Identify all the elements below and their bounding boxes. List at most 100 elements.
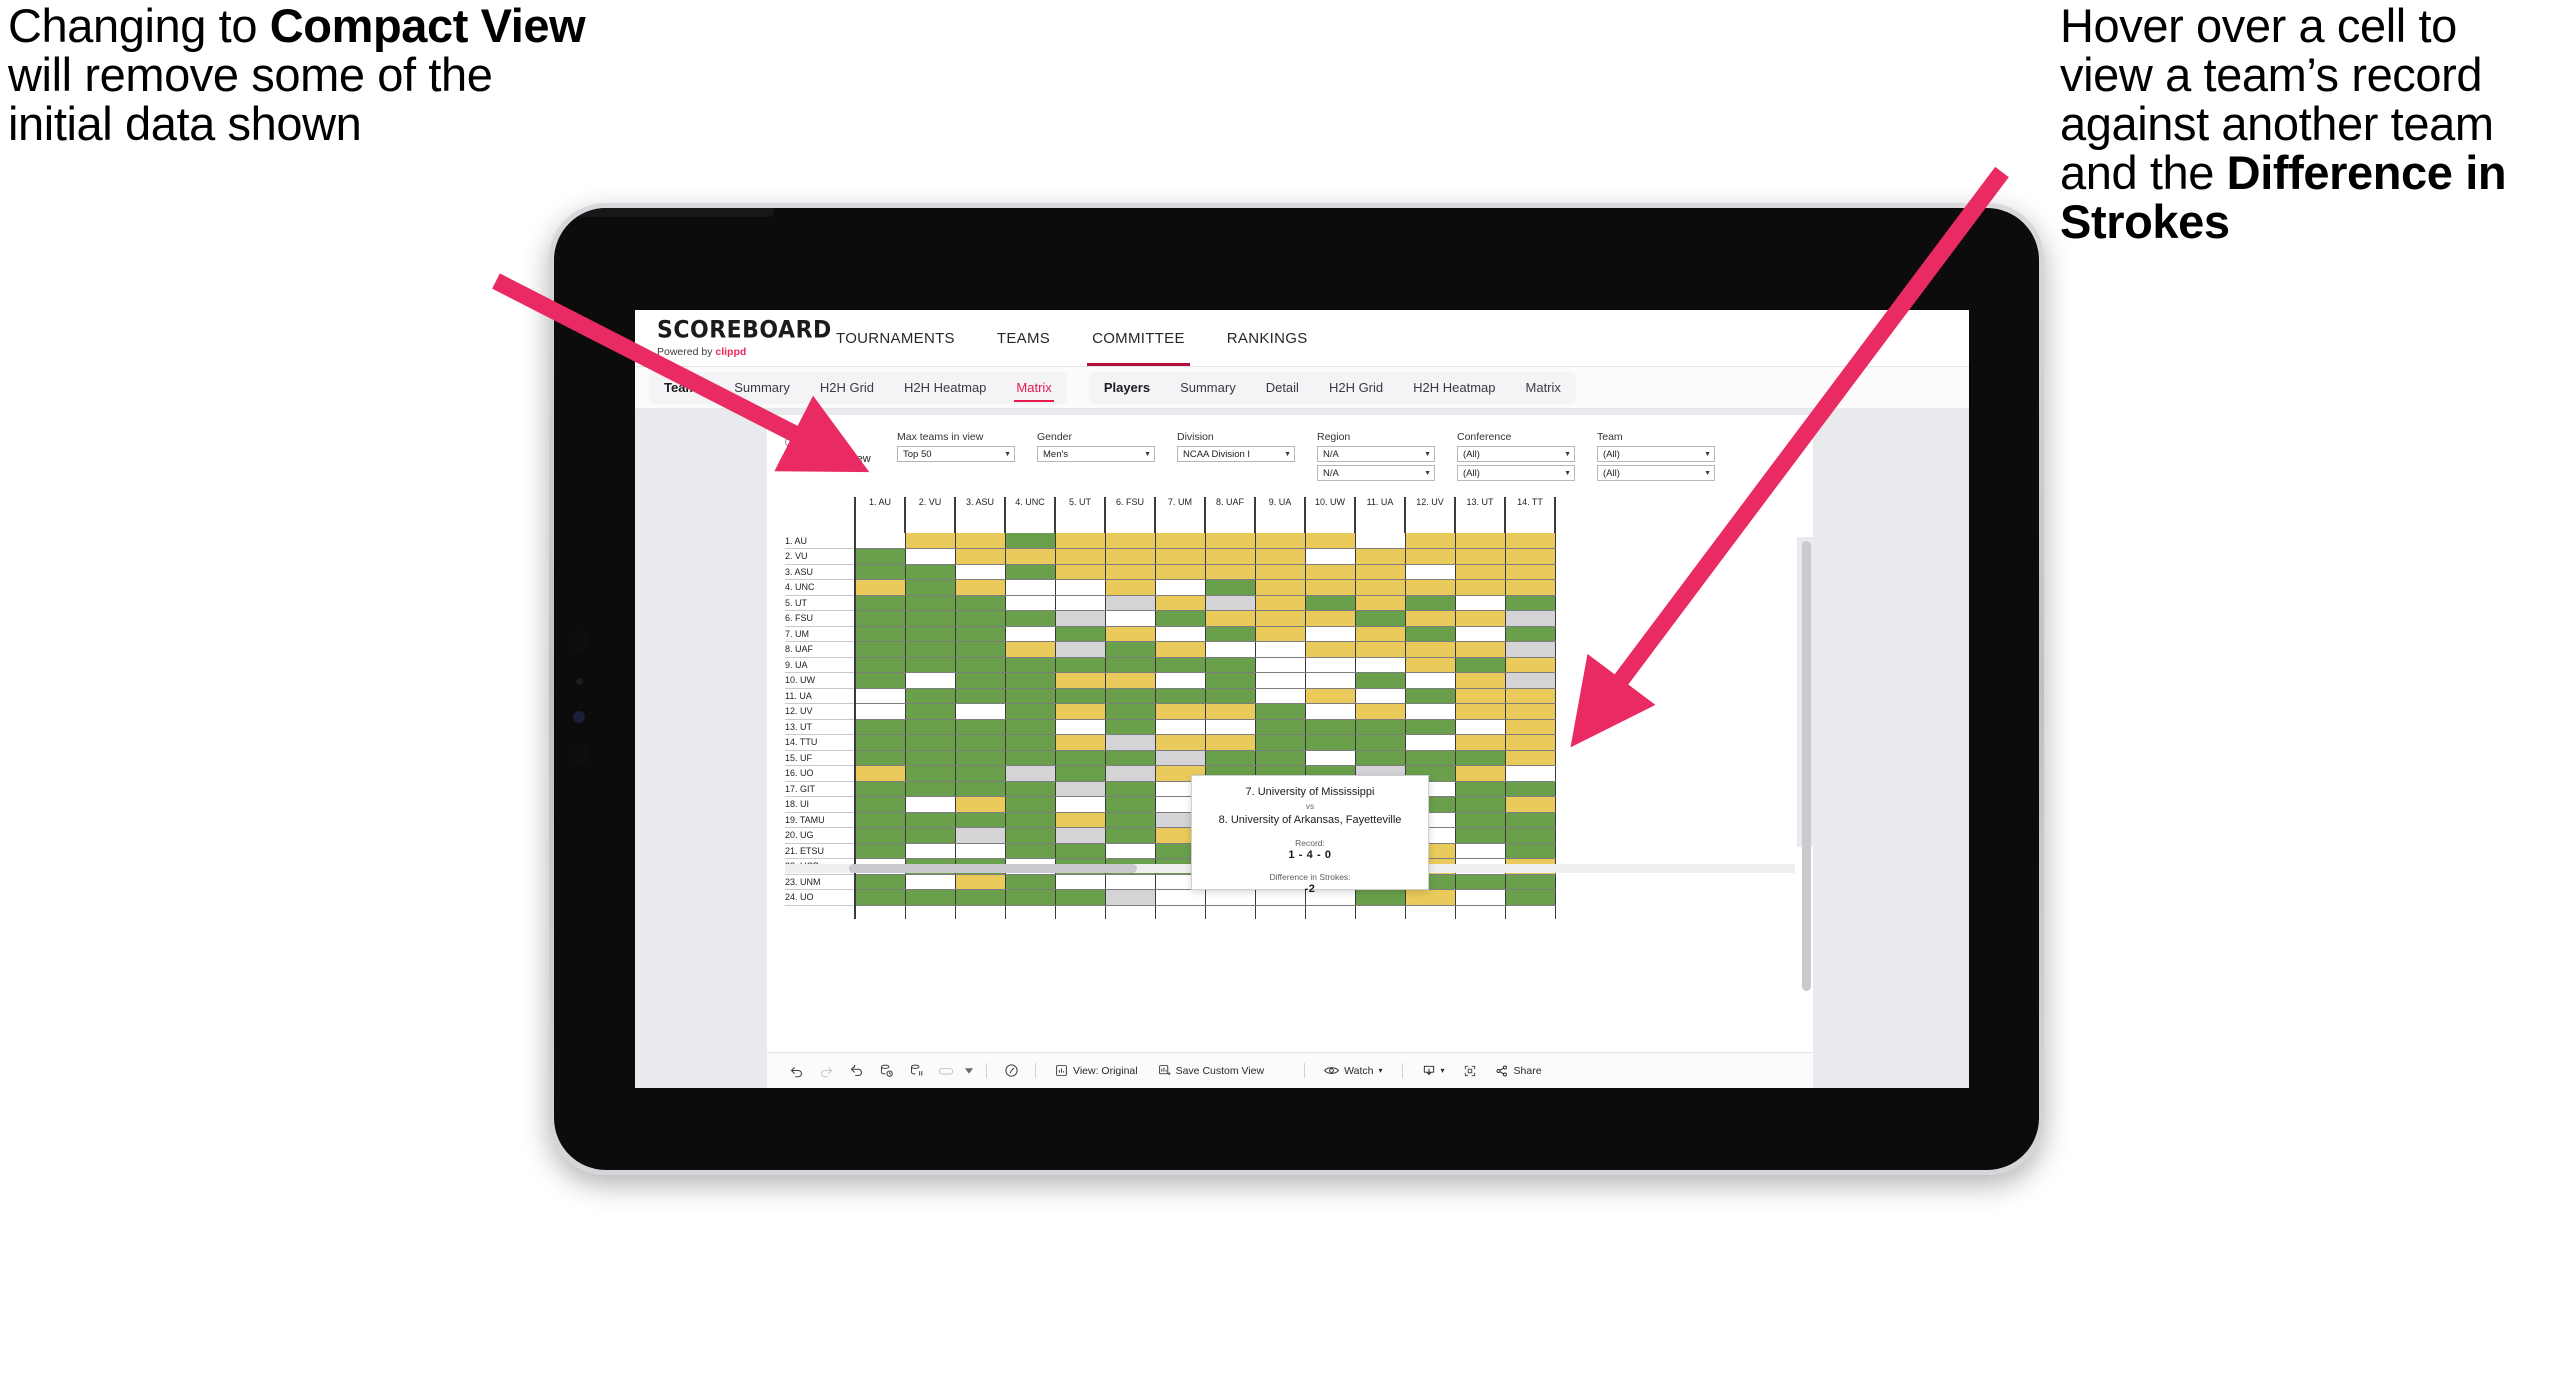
matrix-cell[interactable] (1355, 703, 1406, 720)
matrix-cell[interactable] (1105, 781, 1156, 797)
nav-committee[interactable]: COMMITTEE (1071, 310, 1206, 366)
matrix-cell[interactable] (1255, 626, 1306, 642)
matrix-cell[interactable] (1305, 579, 1356, 596)
matrix-cell[interactable] (1305, 672, 1356, 689)
matrix-cell[interactable] (905, 626, 956, 642)
matrix-cell[interactable] (1305, 703, 1356, 720)
matrix-cell[interactable] (955, 641, 1006, 658)
matrix-cell[interactable] (1305, 610, 1356, 627)
matrix-cell[interactable] (1355, 595, 1406, 611)
matrix-cell[interactable] (1355, 548, 1406, 565)
matrix-cell[interactable] (1405, 672, 1456, 689)
filter-conference-select-2[interactable]: (All) ▼ (1457, 465, 1575, 481)
matrix-cell[interactable] (1255, 734, 1306, 751)
matrix-cell[interactable] (955, 533, 1006, 549)
matrix-cell[interactable] (955, 827, 1006, 844)
matrix-cell[interactable] (1355, 533, 1406, 549)
matrix-cell[interactable] (1055, 750, 1106, 766)
matrix-cell[interactable] (955, 579, 1006, 596)
filter-gender-select[interactable]: Men's ▼ (1037, 446, 1155, 462)
matrix-cell[interactable] (1405, 579, 1456, 596)
matrix-cell[interactable] (1455, 750, 1506, 766)
matrix-cell[interactable] (1505, 812, 1556, 828)
matrix-cell[interactable] (1205, 703, 1256, 720)
matrix-cell[interactable] (1205, 579, 1256, 596)
matrix-cell[interactable] (905, 610, 956, 627)
matrix-cell[interactable] (1505, 657, 1556, 673)
matrix-cell[interactable] (1005, 688, 1056, 704)
matrix-cell[interactable] (1005, 812, 1056, 828)
matrix-cell[interactable] (1405, 595, 1456, 611)
matrix-cell[interactable] (1005, 641, 1056, 658)
matrix-cell[interactable] (1355, 688, 1406, 704)
matrix-cell[interactable] (905, 827, 956, 844)
matrix-cell[interactable] (1105, 610, 1156, 627)
matrix-cell[interactable] (1455, 564, 1506, 580)
matrix-cell[interactable] (1505, 672, 1556, 689)
matrix-cell[interactable] (1405, 734, 1456, 751)
matrix-cell[interactable] (1455, 874, 1506, 890)
matrix-cell[interactable] (1155, 657, 1206, 673)
matrix-cell[interactable] (905, 703, 956, 720)
matrix-cell[interactable] (1505, 827, 1556, 844)
matrix-cell[interactable] (1305, 641, 1356, 658)
filter-team-select-2[interactable]: (All) ▼ (1597, 465, 1715, 481)
matrix-cell[interactable] (1405, 626, 1456, 642)
matrix-cell[interactable] (1455, 843, 1506, 859)
matrix-cell[interactable] (1455, 889, 1506, 906)
matrix-cell[interactable] (1255, 595, 1306, 611)
matrix-cell[interactable] (854, 781, 906, 797)
matrix-cell[interactable] (854, 548, 906, 565)
matrix-cell[interactable] (955, 657, 1006, 673)
matrix-horizontal-scrollbar-thumb[interactable] (849, 864, 1137, 873)
matrix-cell[interactable] (955, 626, 1006, 642)
matrix-cell[interactable] (1105, 750, 1156, 766)
view-original-button[interactable]: View: Original (1045, 1053, 1148, 1089)
matrix-cell[interactable] (1105, 657, 1156, 673)
matrix-cell[interactable] (1505, 843, 1556, 859)
matrix-cell[interactable] (1405, 703, 1456, 720)
matrix-cell[interactable] (1505, 610, 1556, 627)
matrix-cell[interactable] (1155, 719, 1206, 735)
filter-max-teams-select[interactable]: Top 50 ▼ (897, 446, 1015, 462)
matrix-cell[interactable] (1455, 827, 1506, 844)
matrix-cell[interactable] (1205, 548, 1256, 565)
matrix-cell[interactable] (955, 548, 1006, 565)
matrix-cell[interactable] (1155, 626, 1206, 642)
matrix-cell[interactable] (1455, 610, 1506, 627)
radio-full-view[interactable]: Full View (785, 433, 875, 450)
matrix-cell[interactable] (854, 595, 906, 611)
matrix-cell[interactable] (1505, 641, 1556, 658)
matrix-cell[interactable] (1355, 734, 1406, 751)
matrix-cell[interactable] (1055, 781, 1106, 797)
matrix-cell[interactable] (1405, 548, 1456, 565)
matrix-cell[interactable] (1055, 641, 1106, 658)
matrix-cell[interactable] (1455, 595, 1506, 611)
matrix-cell[interactable] (1105, 548, 1156, 565)
matrix-cell[interactable] (1455, 688, 1506, 704)
matrix-cell[interactable] (1455, 734, 1506, 751)
matrix-cell[interactable] (1155, 703, 1206, 720)
matrix-cell[interactable] (1005, 843, 1056, 859)
matrix-cell[interactable] (1005, 657, 1056, 673)
matrix-cell[interactable] (905, 657, 956, 673)
matrix-cell[interactable] (905, 672, 956, 689)
matrix-cell[interactable] (1205, 626, 1256, 642)
matrix-cell[interactable] (1055, 610, 1106, 627)
matrix-cell[interactable] (1255, 533, 1306, 549)
matrix-cell[interactable] (1505, 874, 1556, 890)
matrix-cell[interactable] (1205, 610, 1256, 627)
matrix-cell[interactable] (1455, 672, 1506, 689)
matrix-cell[interactable] (1455, 812, 1506, 828)
matrix-cell[interactable] (1105, 734, 1156, 751)
matrix-cell[interactable] (1455, 719, 1506, 735)
subnav-teams-matrix[interactable]: Matrix (1001, 372, 1066, 404)
matrix-cell[interactable] (905, 874, 956, 890)
matrix-cell[interactable] (905, 750, 956, 766)
revert-icon[interactable] (841, 1053, 871, 1089)
matrix-cell[interactable] (1355, 657, 1406, 673)
matrix-cell[interactable] (1055, 579, 1106, 596)
matrix-cell[interactable] (1455, 533, 1506, 549)
matrix-cell[interactable] (1005, 765, 1056, 782)
matrix-cell[interactable] (1455, 626, 1506, 642)
